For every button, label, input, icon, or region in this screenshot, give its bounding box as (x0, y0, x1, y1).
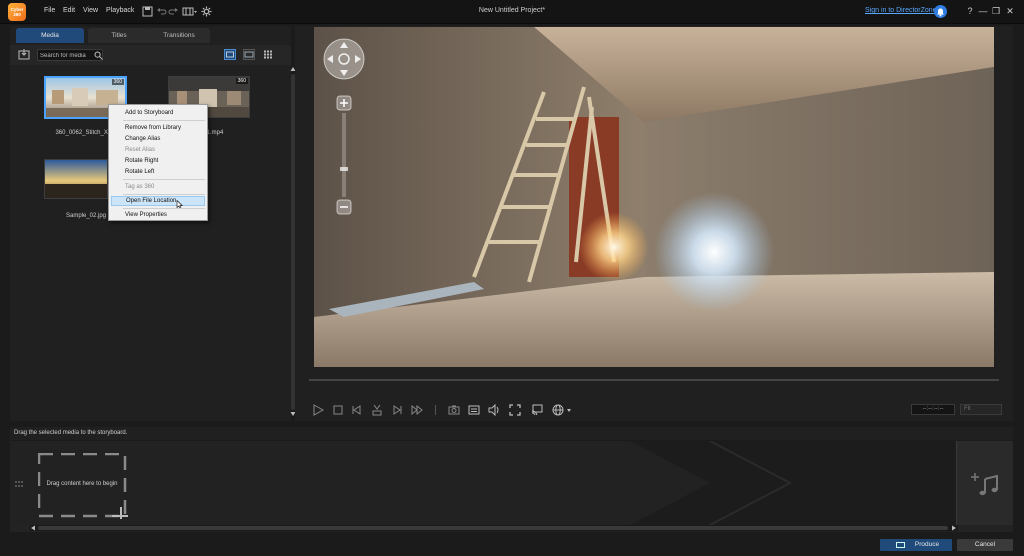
tab-titles[interactable]: Titles (88, 28, 150, 43)
menu-item-rotate-left[interactable]: Rotate Left (111, 167, 205, 177)
produce-icon (896, 542, 905, 548)
cast-display-icon[interactable] (531, 404, 543, 416)
snapshot-camera-icon[interactable] (448, 404, 460, 416)
signin-link[interactable]: Sign in to DirectorZone (865, 7, 937, 14)
timecode-display: --:--:--:-- (911, 404, 955, 415)
scroll-right-icon[interactable] (951, 525, 957, 531)
storyboard-scrollbar[interactable] (30, 525, 958, 531)
close-button[interactable]: ✕ (1004, 5, 1016, 17)
fast-forward-icon[interactable] (411, 404, 423, 416)
help-button[interactable]: ? (964, 5, 976, 17)
menu-item-view-properties[interactable]: View Properties (111, 210, 205, 220)
list-view-icon[interactable] (224, 49, 236, 60)
play-icon[interactable] (312, 404, 324, 416)
menu-item-tag-as-360: Tag as 360 (125, 184, 155, 190)
undo-icon[interactable] (156, 6, 167, 17)
menu-item-rotate-right[interactable]: Rotate Right (111, 156, 205, 166)
menu-playback[interactable]: Playback (106, 7, 134, 14)
volume-icon[interactable] (488, 404, 500, 416)
subtitle-icon[interactable] (468, 404, 480, 416)
aspect-ratio-icon[interactable] (182, 6, 198, 17)
zoom-select[interactable]: Fit (960, 404, 1002, 415)
fullscreen-icon[interactable] (509, 404, 521, 416)
menu-separator (123, 179, 205, 180)
save-icon[interactable] (142, 6, 153, 17)
media-library-panel: Media Titles Transitions 360 360_0062_St… (10, 26, 296, 421)
zoom-slider[interactable] (336, 95, 352, 215)
status-text: Drag the selected media to the storyboar… (10, 427, 1013, 440)
preview-panel: --:--:--:-- Fit (295, 26, 1013, 421)
app-window: Cyber 360 File Edit View Playback New Un… (0, 0, 1024, 556)
preview-viewport[interactable] (314, 27, 994, 367)
menu-file[interactable]: File (44, 7, 55, 14)
title-bar: Cyber 360 File Edit View Playback New Un… (0, 0, 1024, 24)
next-frame-icon[interactable] (391, 404, 403, 416)
menu-separator (123, 120, 205, 121)
badge-360: 360 (235, 78, 248, 84)
context-menu: Add to Storyboard Remove from Library Ch… (108, 104, 208, 221)
menu-item-open-file-location[interactable]: Open File Location (111, 196, 205, 206)
badge-360: 360 (111, 79, 124, 85)
menu-item-add-to-storyboard[interactable]: Add to Storyboard (111, 108, 205, 118)
music-slot[interactable] (956, 441, 1013, 525)
controls-divider (435, 405, 436, 415)
search-input[interactable] (40, 51, 90, 60)
pan-navigation-icon[interactable] (323, 38, 365, 80)
cancel-button[interactable]: Cancel (957, 539, 1013, 551)
menu-separator (123, 208, 205, 209)
previous-frame-icon[interactable] (351, 404, 363, 416)
split-icon[interactable] (371, 404, 383, 416)
menu-separator (123, 194, 205, 195)
menu-edit[interactable]: Edit (63, 7, 75, 14)
360-view-dropdown-icon[interactable] (552, 404, 574, 416)
menu-view[interactable]: View (83, 7, 98, 14)
grid-view-icon[interactable] (262, 49, 274, 60)
import-media-icon[interactable] (18, 49, 30, 60)
thumbnail-image (45, 160, 107, 198)
drop-zone-label: Drag content here to begin (46, 481, 118, 487)
tab-transitions[interactable]: Transitions (148, 28, 210, 43)
settings-gear-icon[interactable] (201, 6, 212, 17)
minimize-button[interactable]: — (977, 5, 989, 17)
storyboard-background (10, 441, 956, 525)
storyboard-handle-icon[interactable] (15, 481, 23, 487)
scroll-left-icon[interactable] (30, 525, 36, 531)
stop-icon[interactable] (332, 404, 344, 416)
thumbnail-view-icon[interactable] (243, 49, 255, 60)
menu-item-remove-from-library[interactable]: Remove from Library (111, 123, 205, 133)
menu-item-reset-alias: Reset Alias (125, 147, 156, 153)
produce-button[interactable]: Produce (880, 539, 952, 551)
add-music-icon[interactable] (971, 473, 999, 497)
preview-scrubber[interactable] (309, 379, 999, 381)
search-box (37, 49, 103, 61)
notification-bell-icon[interactable] (934, 5, 947, 18)
scroll-thumb[interactable] (38, 526, 948, 530)
redo-icon[interactable] (168, 6, 179, 17)
media-thumbnail[interactable] (44, 159, 108, 199)
library-toolbar (10, 45, 291, 65)
app-logo: Cyber 360 (8, 3, 26, 21)
tab-media[interactable]: Media (16, 28, 84, 43)
restore-button[interactable]: ❐ (990, 5, 1002, 17)
search-icon[interactable] (94, 51, 103, 60)
menu-item-change-alias[interactable]: Change Alias (111, 134, 205, 144)
preview-360-image (314, 27, 994, 367)
storyboard-panel: Drag content here to begin (10, 441, 1013, 532)
